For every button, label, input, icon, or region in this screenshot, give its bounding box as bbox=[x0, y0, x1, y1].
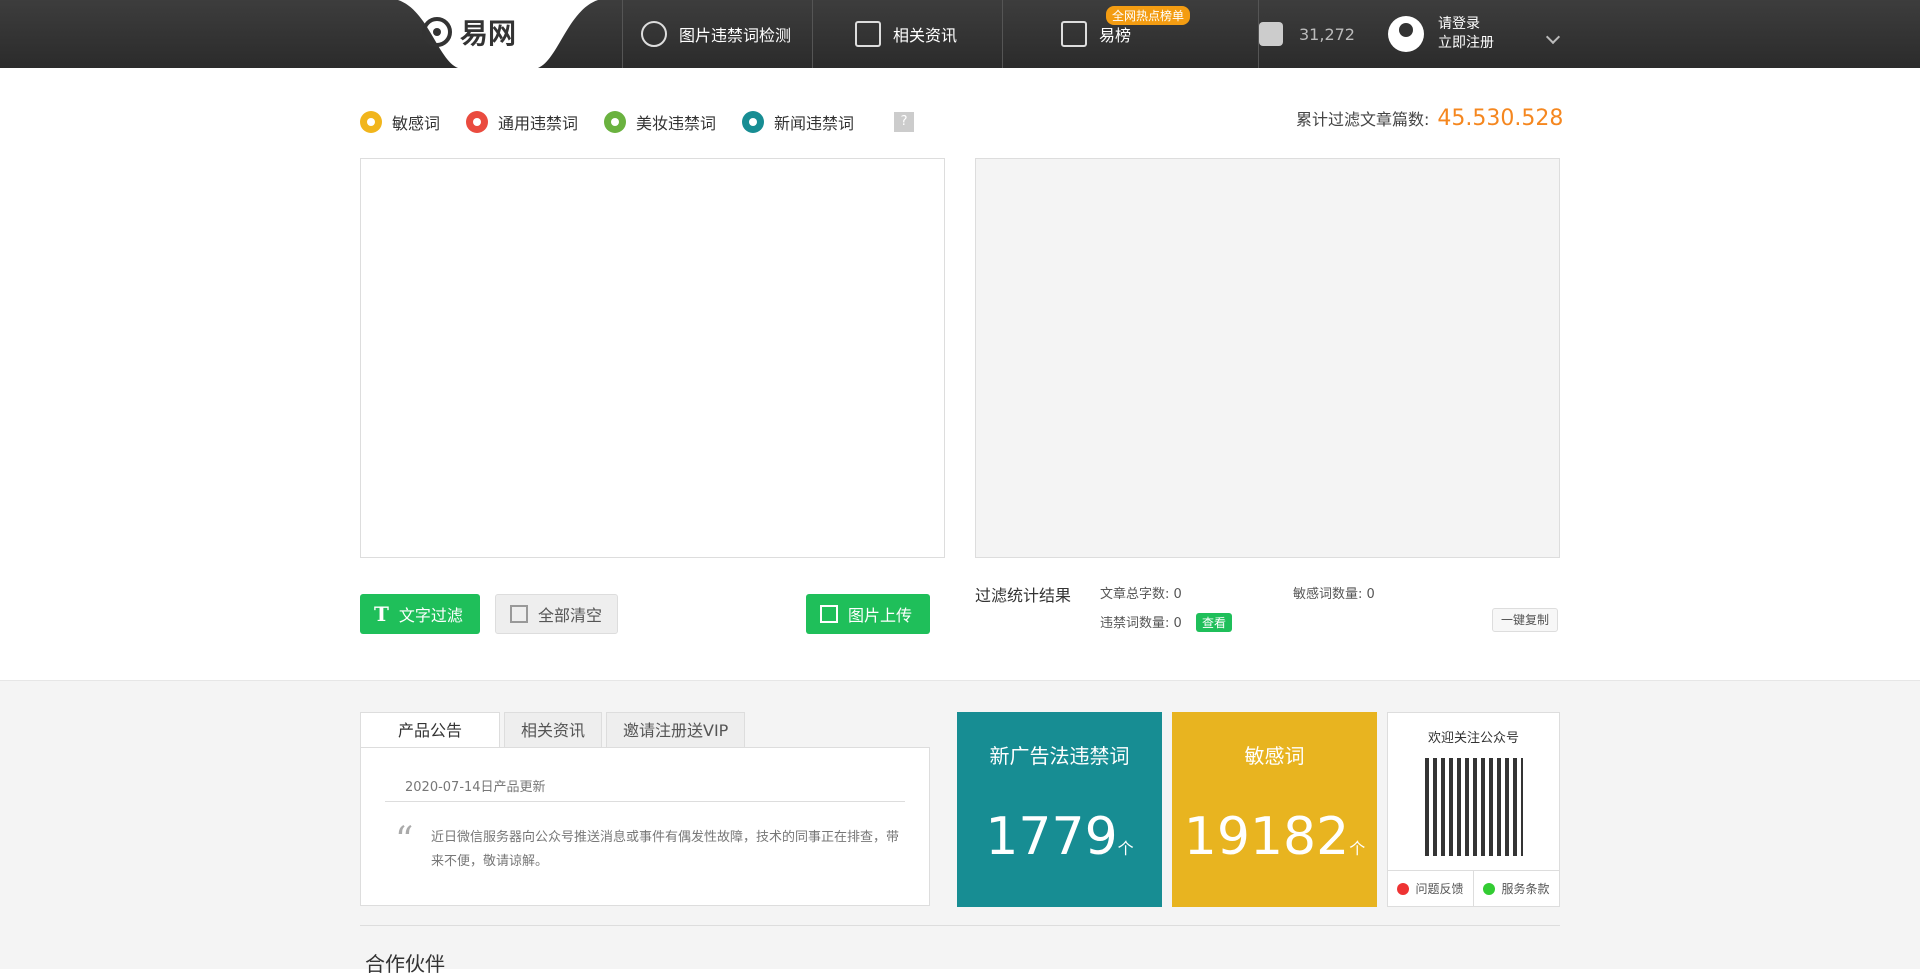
nav-news[interactable]: 相关资讯 bbox=[812, 0, 1002, 68]
text-filter-label: 文字过滤 bbox=[398, 606, 463, 625]
legend-beauty: 美妆违禁词 bbox=[604, 110, 716, 134]
logo-icon bbox=[422, 17, 452, 47]
chevron-down-icon[interactable] bbox=[1545, 29, 1561, 45]
nav-news-label: 相关资讯 bbox=[893, 26, 958, 45]
green-dot-icon bbox=[604, 111, 627, 133]
divider bbox=[385, 801, 905, 802]
announcement-text: 近日微信服务器向公众号推送消息或事件有偶发性故障，技术的同事正在排查，带来不便，… bbox=[431, 830, 900, 869]
nav-image-check[interactable]: 图片违禁词检测 bbox=[622, 0, 812, 68]
sensitive-count-value: 0 bbox=[1366, 587, 1375, 602]
clear-all-label: 全部清空 bbox=[538, 606, 603, 625]
image-icon bbox=[820, 605, 838, 623]
red-dot-icon bbox=[466, 111, 489, 133]
feedback-label: 问题反馈 bbox=[1415, 882, 1464, 896]
info-tabs: 产品公告 相关资讯 邀请注册送VIP bbox=[360, 712, 746, 748]
sensitive-count-label: 敏感词数量: bbox=[1293, 587, 1363, 602]
word-type-legend: 敏感词 通用违禁词 美妆违禁词 新闻违禁词 ? bbox=[360, 110, 915, 134]
top-navbar: 易网 图片违禁词检测 相关资讯 易榜 全网热点榜单 31,272 请登录 立即注… bbox=[0, 0, 1920, 68]
card-title: 新广告法违禁词 bbox=[989, 744, 1130, 768]
banned-count-label: 违禁词数量: bbox=[1100, 616, 1170, 631]
announcement-panel: 2020-07-14日产品更新 “ 近日微信服务器向公众号推送消息或事件有偶发性… bbox=[360, 747, 930, 906]
user-menu[interactable]: 请登录 立即注册 bbox=[1388, 0, 1494, 68]
total-chars-value: 0 bbox=[1173, 587, 1182, 602]
register-link[interactable]: 立即注册 bbox=[1438, 34, 1494, 53]
view-button[interactable]: 查看 bbox=[1195, 613, 1232, 632]
teal-dot-icon bbox=[742, 111, 765, 133]
legend-label: 美妆违禁词 bbox=[636, 114, 717, 133]
counter-value: 45.530.528 bbox=[1437, 106, 1564, 131]
legend-news: 新闻违禁词 bbox=[742, 110, 854, 134]
total-chars-label: 文章总字数: bbox=[1100, 587, 1170, 602]
thumbs-up-icon bbox=[1259, 22, 1283, 46]
text-t-icon: T bbox=[374, 602, 389, 626]
card-value: 1779个 bbox=[957, 807, 1162, 867]
chat-icon bbox=[1483, 882, 1496, 895]
copy-all-button[interactable]: 一键复制 bbox=[1492, 608, 1559, 632]
login-link[interactable]: 请登录 bbox=[1438, 15, 1494, 34]
stats-title: 过滤统计结果 bbox=[975, 586, 1072, 605]
banned-count-stat: 违禁词数量: 0 查看 bbox=[1100, 612, 1232, 632]
qr-title: 欢迎关注公众号 bbox=[1427, 731, 1519, 746]
image-check-icon bbox=[641, 21, 667, 47]
terms-link[interactable]: 服务条款 bbox=[1473, 871, 1559, 906]
likes-count: 31,272 bbox=[1299, 24, 1355, 44]
banned-count-value: 0 bbox=[1173, 616, 1182, 631]
qr-code-icon bbox=[1424, 758, 1523, 856]
hot-list-badge: 全网热点榜单 bbox=[1106, 6, 1191, 25]
total-chars-stat: 文章总字数: 0 bbox=[1100, 583, 1182, 602]
text-filter-button[interactable]: T 文字过滤 bbox=[360, 594, 480, 634]
avatar-icon bbox=[1388, 16, 1424, 52]
legend-sensitive: 敏感词 bbox=[360, 110, 440, 134]
legend-label: 通用违禁词 bbox=[498, 114, 579, 133]
filter-result-area bbox=[975, 158, 1560, 558]
filtered-articles-counter: 累计过滤文章篇数: 45.530.528 bbox=[1296, 106, 1563, 131]
yellow-dot-icon bbox=[360, 111, 382, 133]
help-icon[interactable]: ? bbox=[894, 112, 915, 132]
text-input-area[interactable] bbox=[360, 158, 945, 558]
legend-label: 敏感词 bbox=[392, 114, 441, 133]
card-number: 19182 bbox=[1183, 807, 1350, 867]
legend-label: 新闻违禁词 bbox=[774, 114, 855, 133]
partners-heading: 合作伙伴 bbox=[365, 952, 445, 976]
image-upload-label: 图片上传 bbox=[848, 606, 913, 625]
feedback-link[interactable]: 问题反馈 bbox=[1388, 871, 1473, 906]
divider bbox=[360, 925, 1560, 926]
card-unit: 个 bbox=[1117, 839, 1134, 858]
ad-law-banned-card[interactable]: 新广告法违禁词 1779个 bbox=[957, 712, 1162, 907]
quote-icon: “ bbox=[395, 820, 414, 861]
card-unit: 个 bbox=[1349, 839, 1366, 858]
nav-ranking-label: 易榜 bbox=[1099, 26, 1132, 45]
likes-counter[interactable]: 31,272 bbox=[1258, 0, 1388, 68]
question-icon bbox=[1397, 882, 1410, 895]
legend-general: 通用违禁词 bbox=[466, 110, 578, 134]
news-icon bbox=[855, 21, 881, 47]
list-icon bbox=[1061, 21, 1087, 47]
nav-image-check-label: 图片违禁词检测 bbox=[679, 26, 792, 45]
trash-icon bbox=[510, 605, 528, 623]
tab-announcements[interactable]: 产品公告 bbox=[360, 712, 500, 748]
logo-label: 易网 bbox=[460, 17, 517, 50]
terms-label: 服务条款 bbox=[1501, 882, 1550, 896]
card-value: 19182个 bbox=[1172, 807, 1377, 867]
site-logo[interactable]: 易网 bbox=[422, 12, 516, 52]
clear-all-button[interactable]: 全部清空 bbox=[495, 594, 618, 634]
counter-label: 累计过滤文章篇数: bbox=[1296, 110, 1430, 129]
sensitive-words-card[interactable]: 敏感词 19182个 bbox=[1172, 712, 1377, 907]
announcement-date[interactable]: 2020-07-14日产品更新 bbox=[405, 776, 546, 795]
tab-news[interactable]: 相关资讯 bbox=[504, 712, 603, 748]
card-title: 敏感词 bbox=[1244, 744, 1305, 768]
tab-invite-vip[interactable]: 邀请注册送VIP bbox=[606, 712, 746, 748]
sensitive-count-stat: 敏感词数量: 0 bbox=[1293, 583, 1375, 602]
card-number: 1779 bbox=[985, 807, 1118, 867]
image-upload-button[interactable]: 图片上传 bbox=[806, 594, 930, 634]
wechat-qr-box: 欢迎关注公众号 问题反馈 服务条款 bbox=[1387, 712, 1560, 907]
